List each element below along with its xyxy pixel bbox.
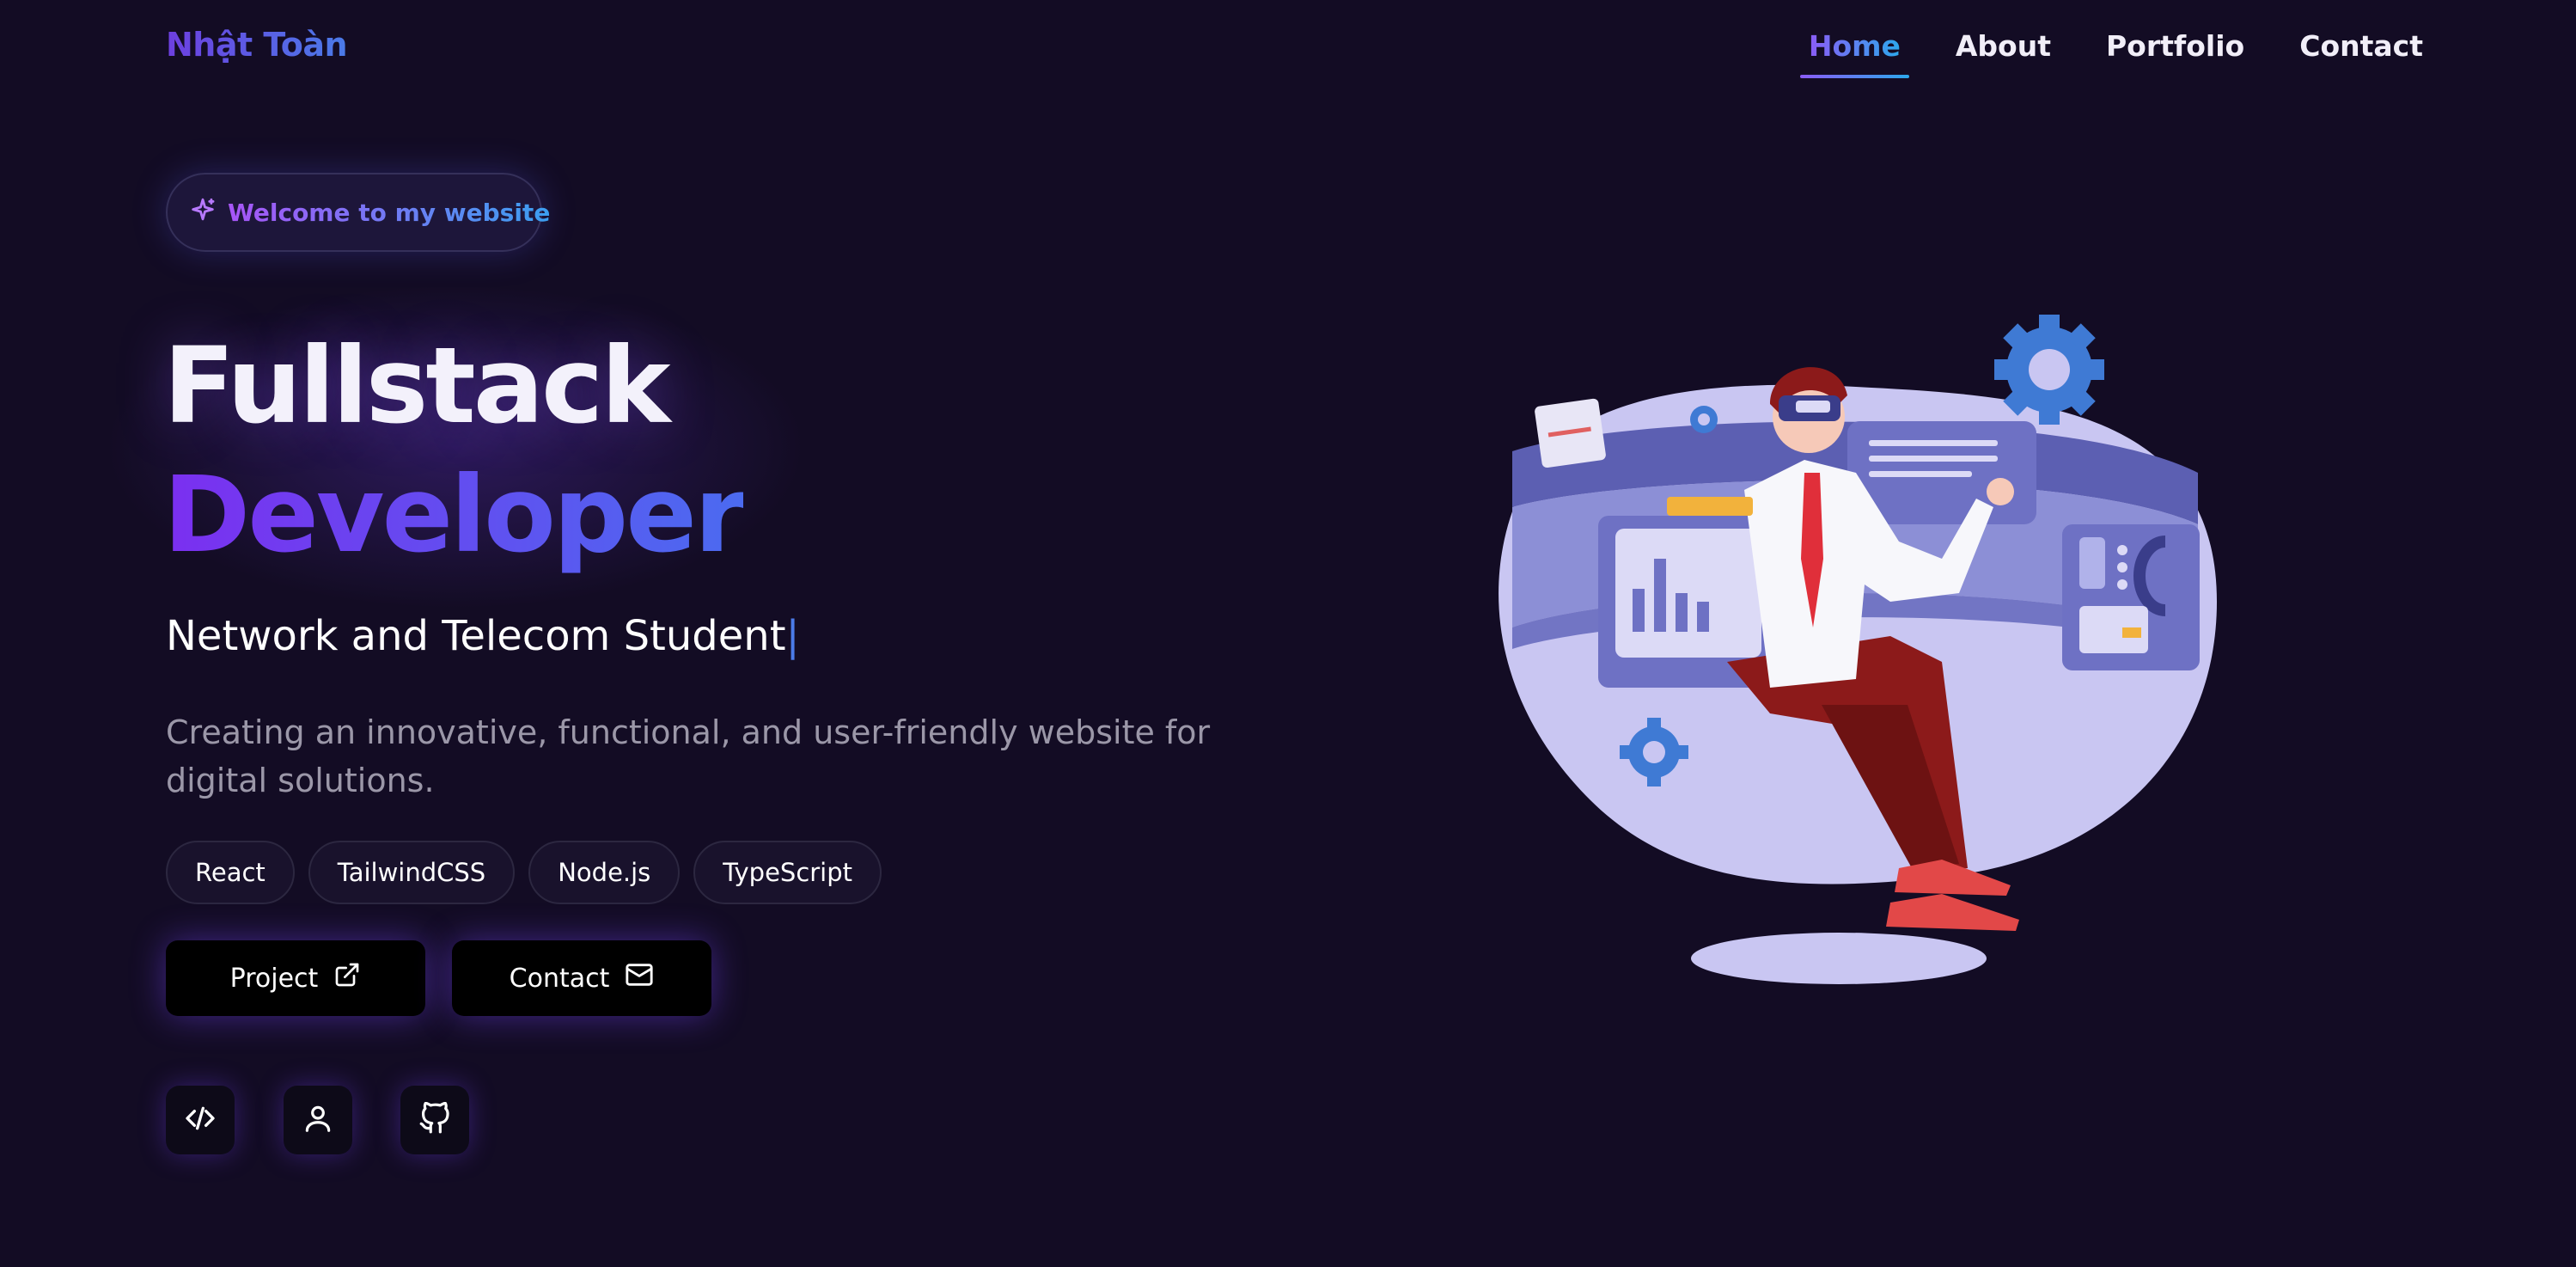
nav-about[interactable]: About <box>1956 29 2051 78</box>
mail-icon <box>625 960 654 996</box>
user-icon <box>302 1102 334 1138</box>
external-link-icon <box>333 961 361 995</box>
portfolio-page: Nhật Toàn Home About Portfolio Contact W… <box>0 0 2576 1267</box>
tag-react: React <box>166 841 295 904</box>
project-button-label: Project <box>229 963 319 994</box>
subtitle-text: Network and Telecom Student <box>166 612 786 660</box>
project-button[interactable]: Project <box>166 940 425 1016</box>
hero-description: Creating an innovative, functional, and … <box>166 713 1211 799</box>
welcome-badge: Welcome to my website <box>166 173 550 252</box>
hero-subtitle: Network and Telecom Student| <box>166 612 800 660</box>
main-nav: Home About Portfolio Contact <box>1799 29 2423 78</box>
github-icon <box>418 1101 451 1138</box>
nav-contact[interactable]: Contact <box>2299 29 2423 78</box>
typing-cursor: | <box>785 612 800 660</box>
nav-home[interactable]: Home <box>1799 29 1909 78</box>
social-github-button[interactable] <box>400 1086 469 1154</box>
site-logo[interactable]: Nhật Toàn <box>166 26 348 64</box>
code-icon <box>183 1101 217 1139</box>
contact-button-label: Contact <box>509 963 610 994</box>
tech-tags: React TailwindCSS Node.js TypeScript <box>166 841 882 904</box>
social-code-button[interactable] <box>166 1086 235 1154</box>
badge-label: Welcome to my website <box>228 198 551 227</box>
social-user-button[interactable] <box>284 1086 352 1154</box>
contact-button[interactable]: Contact <box>452 940 711 1016</box>
hero-illustration <box>1499 315 2217 984</box>
nav-portfolio[interactable]: Portfolio <box>2106 29 2244 78</box>
hero-title-line2: Developer <box>163 454 746 576</box>
tag-typescript: TypeScript <box>693 841 882 904</box>
tag-tailwindcss: TailwindCSS <box>308 841 516 904</box>
sparkle-icon <box>188 196 217 229</box>
tag-nodejs: Node.js <box>528 841 681 904</box>
hero-title-line1: Fullstack <box>163 325 670 447</box>
